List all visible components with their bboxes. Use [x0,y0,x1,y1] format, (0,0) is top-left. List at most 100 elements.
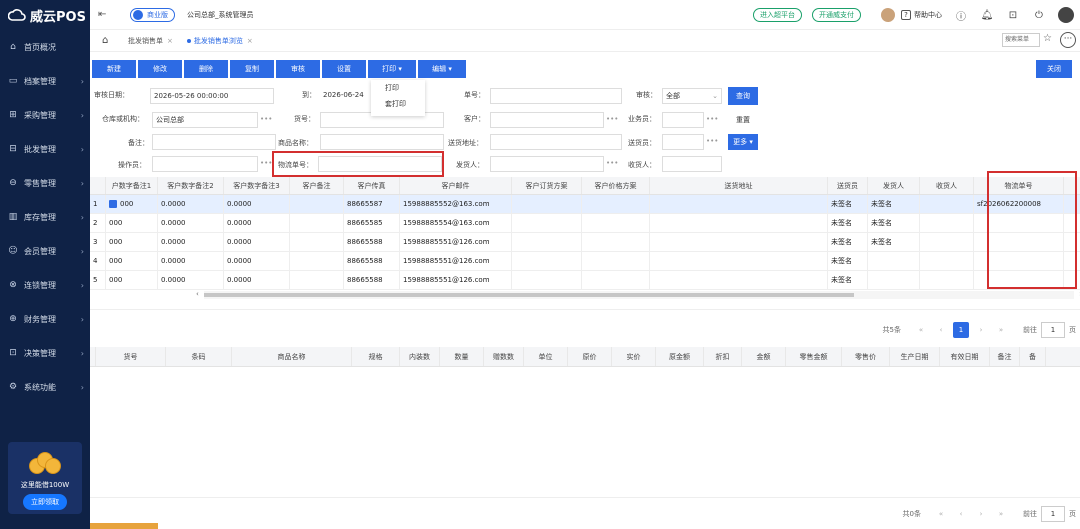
shipper-picker-icon[interactable]: ••• [606,159,618,167]
help-center[interactable]: ? 帮助中心 [901,10,942,20]
detail-column-header[interactable]: 赠数数 [484,347,524,366]
column-header[interactable]: 客户备注 [290,177,344,194]
column-header[interactable]: 客户价格方案 [582,177,650,194]
operator-picker-icon[interactable]: ••• [260,159,272,167]
customer-picker-icon[interactable]: ••• [606,115,618,123]
tab-wholesale-browse[interactable]: 批发销售单浏览 × [187,36,253,46]
sidebar-item[interactable]: ⊞ 采购管理 › [0,98,90,132]
remark-input[interactable] [152,134,276,150]
print-menu-button[interactable]: 打印 ▾ [368,60,416,78]
horizontal-scrollbar[interactable]: ‹ › [196,290,1080,299]
table-row[interactable]: 3 000 0.0000 0.0000 88665588 15988885551@126.… [90,233,1080,252]
goto-page-input[interactable]: 1 [1041,506,1065,522]
sidebar-item[interactable]: ⊖ 零售管理 › [0,166,90,200]
sidebar-item[interactable]: ⊕ 财务管理 › [0,302,90,336]
prev-page-icon[interactable]: ‹ [933,322,949,338]
detail-column-header[interactable]: 原价 [568,347,612,366]
sidebar-item[interactable]: ⊗ 连锁管理 › [0,268,90,302]
bell-icon[interactable]: 🔔︎ [980,10,994,21]
column-header[interactable]: 客户订货方案 [512,177,582,194]
close-icon[interactable]: × [167,37,173,45]
column-header[interactable]: 发货人 [868,177,920,194]
sidebar-item[interactable]: ⊡ 决策管理 › [0,336,90,370]
detail-column-header[interactable]: 零售金额 [786,347,842,366]
sidebar-item[interactable]: ▭ 档案管理 › [0,64,90,98]
column-header[interactable] [90,177,106,194]
detail-column-header[interactable]: 原金额 [656,347,704,366]
page-number[interactable]: 1 [953,322,969,338]
home-icon[interactable]: ⌂ [102,35,114,46]
sidebar-item[interactable]: ☺ 会员管理 › [0,234,90,268]
star-icon[interactable]: ☆ [1043,33,1052,44]
power-icon[interactable]: ⏻ [1032,10,1046,21]
query-button[interactable]: 查询 [728,87,758,105]
lock-icon[interactable]: ⊡ [1006,10,1020,21]
scroll-thumb[interactable] [204,293,854,297]
table-row[interactable]: 4 000 0.0000 0.0000 88665588 15988885551@126.… [90,252,1080,271]
delivery-person-picker-icon[interactable]: ••• [706,137,718,145]
detail-column-header[interactable]: 金额 [742,347,786,366]
sidebar-item[interactable]: ⌂ 首页概况 [0,30,90,64]
copy-button[interactable]: 复制 [230,60,274,78]
table-row[interactable]: 1 000 0.0000 0.0000 88665587 15988885552@163.… [90,195,1080,214]
detail-column-header[interactable]: 生产日期 [890,347,940,366]
detail-column-header[interactable]: 商品名称 [232,347,352,366]
detail-column-header[interactable]: 备 [1020,347,1046,366]
more-filters-button[interactable]: 更多 ▾ [728,134,758,150]
operator-input[interactable] [152,156,258,172]
last-page-icon[interactable]: » [993,506,1009,522]
edit-button[interactable]: 修改 [138,60,182,78]
receiver-input[interactable] [662,156,722,172]
ship-address-input[interactable] [490,134,622,150]
consultant-avatar[interactable] [881,8,895,22]
prev-page-icon[interactable]: ‹ [953,506,969,522]
reset-button[interactable]: 重置 [728,112,758,128]
detail-column-header[interactable]: 有效日期 [940,347,990,366]
order-no-input[interactable] [490,88,622,104]
detail-column-header[interactable]: 单位 [524,347,568,366]
close-icon[interactable]: × [247,37,253,45]
collapse-menu-icon[interactable]: ⇤ [98,9,118,20]
row-checkbox[interactable] [109,200,117,208]
date-from-input[interactable]: 2026-05-26 00:00:00 [150,88,274,104]
product-name-input[interactable] [320,134,444,150]
menu-search-input[interactable]: 搜索菜单 [1002,33,1040,47]
detail-column-header[interactable]: 实价 [612,347,656,366]
audit-select[interactable]: 全部 ⌄ [662,88,722,104]
column-header[interactable]: 客户数字备注3 [224,177,290,194]
first-page-icon[interactable]: « [913,322,929,338]
salesman-input[interactable] [662,112,704,128]
tab-wholesale-order[interactable]: 批发销售单 × [128,36,173,46]
scroll-left-icon[interactable]: ‹ [196,290,199,298]
detail-column-header[interactable]: 折扣 [704,347,742,366]
column-header[interactable]: 户数字备注1 [106,177,158,194]
date-to-input[interactable]: 2026-06-24 [320,88,370,104]
next-page-icon[interactable]: › [973,322,989,338]
detail-column-header[interactable]: 内装数 [400,347,440,366]
warehouse-picker-icon[interactable]: ••• [260,115,272,123]
salesman-picker-icon[interactable]: ••• [706,115,718,123]
customer-input[interactable] [490,112,604,128]
column-header[interactable]: 送货地址 [650,177,828,194]
audit-date-label[interactable]: 审核日期： [94,90,129,100]
last-page-icon[interactable]: » [993,322,1009,338]
next-page-icon[interactable]: › [973,506,989,522]
settings-button[interactable]: 设置 [322,60,366,78]
sidebar-item[interactable]: ⚙ 系统功能 › [0,370,90,404]
warehouse-input[interactable]: 公司总部 [152,112,258,128]
delete-button[interactable]: 删除 [184,60,228,78]
table-row[interactable]: 5 000 0.0000 0.0000 88665588 15988885551@126.… [90,271,1080,290]
detail-column-header[interactable]: 备注 [990,347,1020,366]
sidebar-item[interactable]: ▥ 库存管理 › [0,200,90,234]
column-header[interactable]: 收货人 [920,177,974,194]
print-menu-item[interactable]: 打印 [371,80,425,96]
close-button[interactable]: 关闭 [1036,60,1072,78]
column-header[interactable]: 客户邮件 [400,177,512,194]
info-icon[interactable]: ⓘ [954,8,968,23]
column-header[interactable]: 客户传真 [344,177,400,194]
open-pay-link[interactable]: 开通威支付 [812,8,861,22]
detail-column-header[interactable]: 货号 [96,347,166,366]
column-header[interactable]: 客户数字备注2 [158,177,224,194]
edit-menu-button[interactable]: 编辑 ▾ [418,60,466,78]
sidebar-item[interactable]: ⊟ 批发管理 › [0,132,90,166]
